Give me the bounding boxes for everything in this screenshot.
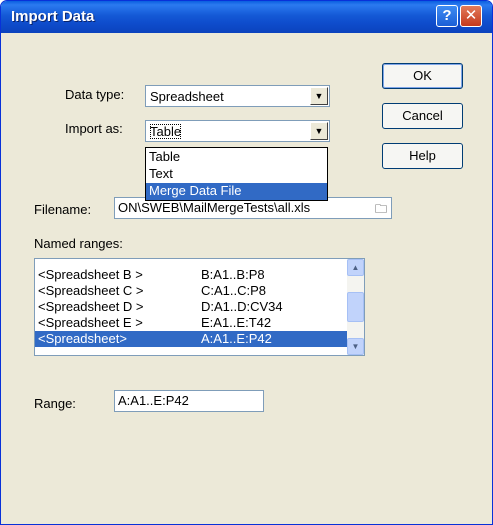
close-button[interactable]: ✕ [460, 5, 482, 27]
named-ranges-list[interactable]: <Spreadsheet B > B:A1..B:P8 <Spreadsheet… [34, 258, 365, 356]
dropdown-option-table[interactable]: Table [146, 149, 327, 166]
data-type-value: Spreadsheet [150, 89, 224, 104]
named-ranges-label: Named ranges: [34, 236, 123, 251]
list-scrollbar[interactable]: ▲ ▼ [347, 259, 364, 355]
dialog-title: Import Data [11, 8, 95, 25]
import-as-select[interactable]: Table ▼ [145, 120, 330, 142]
cancel-button[interactable]: Cancel [382, 103, 463, 129]
help-button[interactable]: Help [382, 143, 463, 169]
list-item[interactable]: <Spreadsheet D > D:A1..D:CV34 [35, 299, 347, 315]
filename-label: Filename: [34, 202, 92, 217]
import-as-label: Import as: [65, 121, 123, 136]
scroll-up-icon[interactable]: ▲ [347, 259, 364, 276]
list-item[interactable]: <Spreadsheet B > B:A1..B:P8 [35, 267, 347, 283]
data-type-label: Data type: [65, 87, 125, 102]
scroll-down-icon[interactable]: ▼ [347, 338, 364, 355]
list-item-selected[interactable]: <Spreadsheet> A:A1..E:P42 [35, 331, 347, 347]
title-bar[interactable]: Import Data ? ✕ [1, 1, 492, 33]
data-type-select[interactable]: Spreadsheet ▼ [145, 85, 330, 107]
import-data-dialog: Import Data ? ✕ Data type: Spreadsheet ▼… [0, 0, 493, 525]
help-title-button[interactable]: ? [436, 5, 458, 27]
folder-icon[interactable]: 🗀 [372, 199, 390, 219]
dropdown-option-merge-data-file[interactable]: Merge Data File [146, 183, 327, 200]
import-as-value: Table [150, 124, 182, 139]
ok-button[interactable]: OK [382, 63, 463, 89]
list-item[interactable]: <Spreadsheet E > E:A1..E:T42 [35, 315, 347, 331]
import-as-dropdown[interactable]: Table Text Merge Data File [145, 147, 328, 201]
range-label: Range: [34, 396, 76, 411]
scroll-thumb[interactable] [347, 292, 364, 322]
range-input[interactable]: A:A1..E:P42 [114, 390, 264, 412]
list-item[interactable]: <Spreadsheet C > C:A1..C:P8 [35, 283, 347, 299]
chevron-down-icon[interactable]: ▼ [310, 122, 328, 140]
dropdown-option-text[interactable]: Text [146, 166, 327, 183]
chevron-down-icon[interactable]: ▼ [310, 87, 328, 105]
